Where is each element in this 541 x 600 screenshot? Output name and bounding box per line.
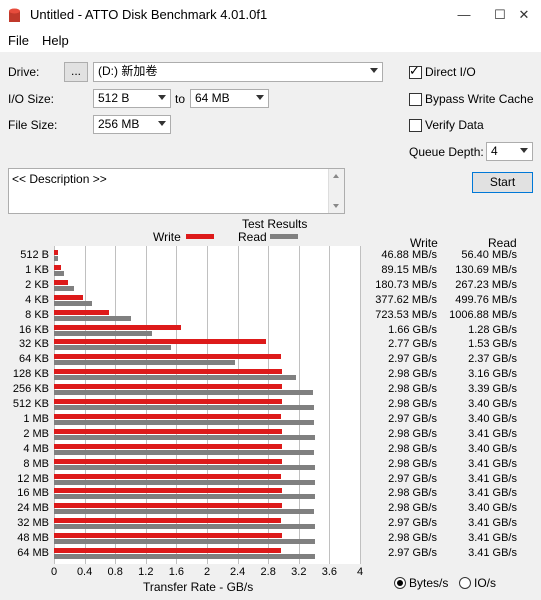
description-scrollbar[interactable] bbox=[328, 169, 344, 213]
io-per-sec-radio[interactable] bbox=[459, 577, 471, 589]
legend-read-swatch bbox=[270, 234, 298, 239]
file-size-select[interactable]: 256 MB bbox=[93, 115, 171, 134]
title-bar: Untitled - ATTO Disk Benchmark 4.01.0f1 … bbox=[0, 0, 541, 30]
drive-browse-button[interactable]: ... bbox=[64, 62, 88, 82]
x-axis-label: Transfer Rate - GB/s bbox=[143, 580, 254, 594]
direct-io-label: Direct I/O bbox=[425, 65, 476, 79]
drive-label: Drive: bbox=[8, 65, 40, 79]
io-size-from-value: 512 B bbox=[98, 91, 130, 105]
queue-depth-value: 4 bbox=[491, 144, 498, 158]
io-size-to-value: 64 MB bbox=[195, 91, 230, 105]
scroll-down-icon[interactable] bbox=[333, 204, 339, 208]
description-text: << Description >> bbox=[12, 172, 107, 186]
drive-select-value: (D:) 新加卷 bbox=[98, 64, 158, 78]
file-size-label: File Size: bbox=[8, 118, 58, 132]
bytes-per-sec-label: Bytes/s bbox=[409, 576, 449, 590]
queue-depth-label: Queue Depth: bbox=[409, 145, 484, 159]
window-title: Untitled - ATTO Disk Benchmark 4.01.0f1 bbox=[30, 7, 268, 22]
bypass-write-cache-label: Bypass Write Cache bbox=[425, 92, 534, 106]
results-title: Test Results bbox=[242, 217, 308, 231]
minimize-button[interactable]: — bbox=[444, 4, 484, 26]
io-size-to-select[interactable]: 64 MB bbox=[190, 89, 269, 108]
chevron-down-icon bbox=[520, 148, 528, 153]
drive-select[interactable]: (D:) 新加卷 bbox=[93, 62, 383, 82]
close-button[interactable]: ✕ bbox=[504, 4, 541, 26]
legend-read-label: Read bbox=[238, 230, 267, 244]
menu-file[interactable]: File bbox=[8, 33, 29, 48]
chevron-down-icon bbox=[370, 68, 378, 73]
legend-write-label: Write bbox=[153, 230, 181, 244]
start-button[interactable]: Start bbox=[472, 172, 533, 193]
legend-write-swatch bbox=[186, 234, 214, 239]
verify-data-checkbox[interactable] bbox=[409, 119, 422, 132]
main-panel bbox=[0, 52, 541, 600]
chevron-down-icon bbox=[158, 121, 166, 126]
menu-bar: File Help bbox=[0, 30, 541, 52]
queue-depth-select[interactable]: 4 bbox=[486, 142, 533, 161]
checkmark-icon: ✓ bbox=[409, 63, 420, 78]
file-size-value: 256 MB bbox=[98, 117, 140, 131]
app-icon bbox=[9, 8, 20, 22]
chevron-down-icon bbox=[158, 95, 166, 100]
scroll-up-icon[interactable] bbox=[333, 174, 339, 178]
direct-io-checkbox[interactable]: ✓ bbox=[409, 63, 422, 79]
column-header-write: Write bbox=[410, 236, 438, 250]
io-size-label: I/O Size: bbox=[8, 92, 55, 106]
io-per-sec-label: IO/s bbox=[474, 576, 497, 590]
radio-selected-dot bbox=[397, 580, 403, 586]
verify-data-label: Verify Data bbox=[425, 118, 484, 132]
chevron-down-icon bbox=[256, 95, 264, 100]
io-size-to-label: to bbox=[175, 92, 186, 106]
menu-help[interactable]: Help bbox=[42, 33, 69, 48]
column-header-read: Read bbox=[488, 236, 517, 250]
bytes-per-sec-radio[interactable] bbox=[394, 577, 406, 589]
bypass-write-cache-checkbox[interactable] bbox=[409, 93, 422, 106]
io-size-from-select[interactable]: 512 B bbox=[93, 89, 171, 108]
description-textarea[interactable]: << Description >> bbox=[8, 168, 345, 214]
